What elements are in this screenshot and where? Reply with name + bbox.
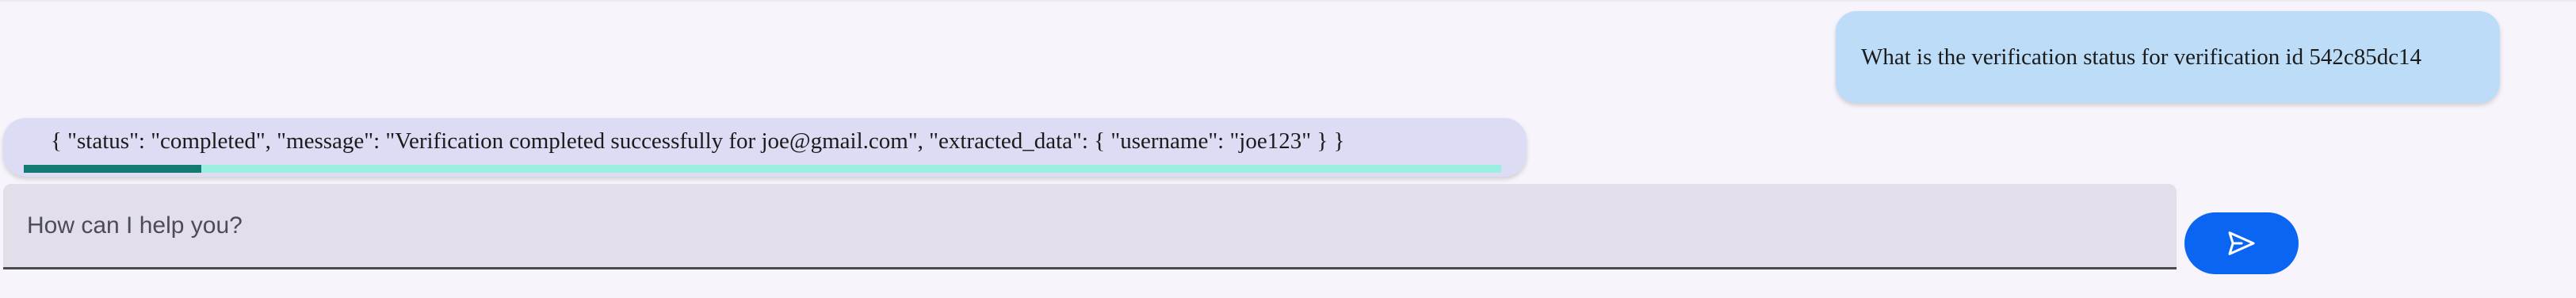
user-message-bubble: What is the verification status for veri…	[1836, 11, 2500, 103]
top-divider	[0, 0, 2576, 2]
response-progress-fill	[24, 165, 201, 173]
user-message-text: What is the verification status for veri…	[1861, 44, 2422, 70]
send-icon	[2228, 231, 2255, 255]
response-progress-bar	[24, 165, 1501, 173]
send-button[interactable]	[2184, 212, 2299, 274]
chat-input-container	[3, 184, 2177, 269]
chat-input[interactable]	[3, 184, 2177, 267]
bot-message-text: { "status": "completed", "message": "Ver…	[51, 128, 1345, 154]
